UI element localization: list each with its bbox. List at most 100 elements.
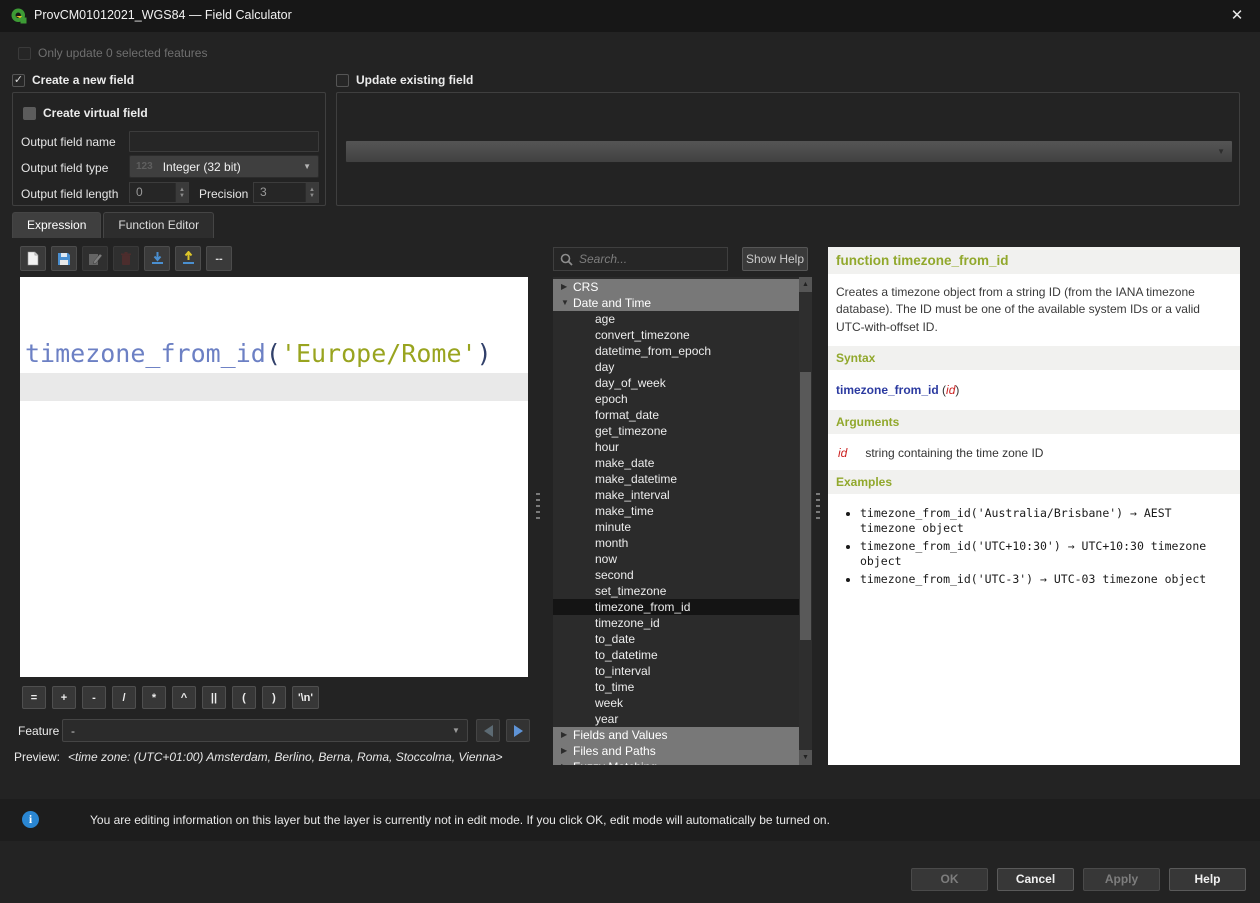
tree-group-row[interactable]: ▼Date and Time bbox=[553, 295, 799, 311]
operator-button[interactable]: + bbox=[52, 686, 76, 709]
chevron-right-icon[interactable]: ▶ bbox=[561, 759, 573, 765]
scroll-down-icon[interactable]: ▼ bbox=[799, 750, 812, 765]
tree-function-item[interactable]: datetime_from_epoch bbox=[553, 343, 799, 359]
tree-group-row[interactable]: ▶CRS bbox=[553, 279, 799, 295]
tree-function-item[interactable]: make_date bbox=[553, 455, 799, 471]
chevron-down-icon[interactable]: ▼ bbox=[561, 295, 573, 311]
tree-function-item[interactable]: format_date bbox=[553, 407, 799, 423]
tree-function-item[interactable]: day bbox=[553, 359, 799, 375]
expression-editor[interactable]: timezone_from_id('Europe/Rome') bbox=[20, 277, 528, 677]
create-virtual-field-checkbox[interactable]: Create virtual field bbox=[23, 106, 148, 120]
right-splitter-handle[interactable] bbox=[816, 493, 820, 521]
tree-group-row[interactable]: ▶Fields and Values bbox=[553, 727, 799, 743]
tree-function-item[interactable]: make_time bbox=[553, 503, 799, 519]
operator-button[interactable]: ( bbox=[232, 686, 256, 709]
tab-function-editor[interactable]: Function Editor bbox=[103, 212, 214, 238]
tree-function-item[interactable]: month bbox=[553, 535, 799, 551]
tree-function-item[interactable]: to_time bbox=[553, 679, 799, 695]
function-tree: ▶CRS▼Date and Timeageconvert_timezonedat… bbox=[553, 277, 799, 765]
pencil-icon bbox=[88, 252, 102, 266]
output-field-type-select[interactable]: 123 Integer (32 bit) ▼ bbox=[129, 155, 319, 178]
spinner-arrows[interactable]: ▲ ▼ bbox=[305, 183, 318, 202]
tree-function-item[interactable]: year bbox=[553, 711, 799, 727]
tree-item-label: Fuzzy Matching bbox=[573, 759, 657, 765]
next-feature-button[interactable] bbox=[506, 719, 530, 742]
tree-function-item[interactable]: timezone_id bbox=[553, 615, 799, 631]
operator-button[interactable]: ^ bbox=[172, 686, 196, 709]
tree-group-row[interactable]: ▶Fuzzy Matching bbox=[553, 759, 799, 765]
update-existing-field-checkbox[interactable]: Update existing field bbox=[336, 73, 473, 87]
tab-bar: Expression Function Editor bbox=[12, 212, 214, 238]
operator-button[interactable]: = bbox=[22, 686, 46, 709]
tree-function-item[interactable]: now bbox=[553, 551, 799, 567]
expression-code[interactable]: timezone_from_id('Europe/Rome') bbox=[25, 339, 492, 368]
function-tree-scrollbar[interactable]: ▲ ▼ bbox=[799, 277, 812, 765]
new-expression-button[interactable] bbox=[20, 246, 46, 271]
syntax-arg: id bbox=[946, 383, 955, 397]
export-expression-button[interactable] bbox=[175, 246, 201, 271]
scrollbar-thumb[interactable] bbox=[800, 372, 811, 640]
scroll-up-icon[interactable]: ▲ bbox=[799, 277, 812, 292]
output-field-type-label: Output field type bbox=[21, 161, 108, 175]
checkbox-box[interactable]: ✓ bbox=[12, 74, 25, 87]
checkbox-box[interactable] bbox=[23, 107, 36, 120]
save-icon bbox=[57, 252, 71, 266]
tree-function-item[interactable]: make_interval bbox=[553, 487, 799, 503]
search-placeholder: Search... bbox=[579, 252, 627, 266]
operator-button[interactable]: '\n' bbox=[292, 686, 319, 709]
chevron-right-icon[interactable]: ▶ bbox=[561, 727, 573, 743]
tree-item-label: year bbox=[595, 711, 618, 727]
chevron-right-icon[interactable]: ▶ bbox=[561, 743, 573, 759]
left-splitter-handle[interactable] bbox=[536, 493, 540, 521]
feature-select[interactable]: - ▼ bbox=[62, 719, 468, 742]
operator-button[interactable]: || bbox=[202, 686, 226, 709]
spin-down-icon[interactable]: ▼ bbox=[179, 193, 185, 199]
output-field-length-stepper[interactable]: 0 ▲ ▼ bbox=[129, 182, 189, 203]
argument-row: id string containing the time zone ID bbox=[838, 446, 1232, 460]
tree-function-item[interactable]: to_datetime bbox=[553, 647, 799, 663]
precision-stepper[interactable]: 3 ▲ ▼ bbox=[253, 182, 319, 203]
tree-function-item[interactable]: week bbox=[553, 695, 799, 711]
tree-item-label: minute bbox=[595, 519, 631, 535]
function-search-input[interactable]: Search... bbox=[553, 247, 728, 271]
spin-down-icon[interactable]: ▼ bbox=[309, 193, 315, 199]
expression-extra-button[interactable]: -- bbox=[206, 246, 232, 271]
examples-heading: Examples bbox=[828, 470, 1240, 494]
operator-button[interactable]: ) bbox=[262, 686, 286, 709]
import-expression-button[interactable] bbox=[144, 246, 170, 271]
example-item: timezone_from_id('Australia/Brisbane') →… bbox=[860, 506, 1232, 536]
integer-type-icon: 123 bbox=[136, 161, 153, 172]
tree-function-item[interactable]: to_interval bbox=[553, 663, 799, 679]
operator-button[interactable]: / bbox=[112, 686, 136, 709]
tree-function-item[interactable]: second bbox=[553, 567, 799, 583]
tab-expression[interactable]: Expression bbox=[12, 212, 101, 238]
chevron-down-icon: ▼ bbox=[303, 162, 311, 171]
cancel-button[interactable]: Cancel bbox=[997, 868, 1074, 891]
tree-function-item[interactable]: timezone_from_id bbox=[553, 599, 799, 615]
create-new-field-checkbox[interactable]: ✓ Create a new field bbox=[12, 73, 134, 87]
tree-function-item[interactable]: to_date bbox=[553, 631, 799, 647]
tree-function-item[interactable]: day_of_week bbox=[553, 375, 799, 391]
syntax-function-name: timezone_from_id bbox=[836, 383, 939, 397]
checkbox-box[interactable] bbox=[336, 74, 349, 87]
operator-button[interactable]: - bbox=[82, 686, 106, 709]
tree-function-item[interactable]: age bbox=[553, 311, 799, 327]
operator-buttons: = +-/ * ^ || () '\n' bbox=[22, 686, 319, 709]
close-icon[interactable]: ✕ bbox=[1226, 5, 1248, 27]
operator-button[interactable]: * bbox=[142, 686, 166, 709]
tree-group-row[interactable]: ▶Files and Paths bbox=[553, 743, 799, 759]
tree-item-label: week bbox=[595, 695, 623, 711]
tree-function-item[interactable]: hour bbox=[553, 439, 799, 455]
save-expression-button[interactable] bbox=[51, 246, 77, 271]
show-help-button[interactable]: Show Help bbox=[742, 247, 808, 271]
tree-function-item[interactable]: minute bbox=[553, 519, 799, 535]
chevron-right-icon[interactable]: ▶ bbox=[561, 279, 573, 295]
spinner-arrows[interactable]: ▲ ▼ bbox=[175, 183, 188, 202]
tree-function-item[interactable]: make_datetime bbox=[553, 471, 799, 487]
tree-function-item[interactable]: convert_timezone bbox=[553, 327, 799, 343]
tree-function-item[interactable]: get_timezone bbox=[553, 423, 799, 439]
help-button[interactable]: Help bbox=[1169, 868, 1246, 891]
output-field-name-input[interactable] bbox=[129, 131, 319, 152]
tree-function-item[interactable]: set_timezone bbox=[553, 583, 799, 599]
tree-function-item[interactable]: epoch bbox=[553, 391, 799, 407]
